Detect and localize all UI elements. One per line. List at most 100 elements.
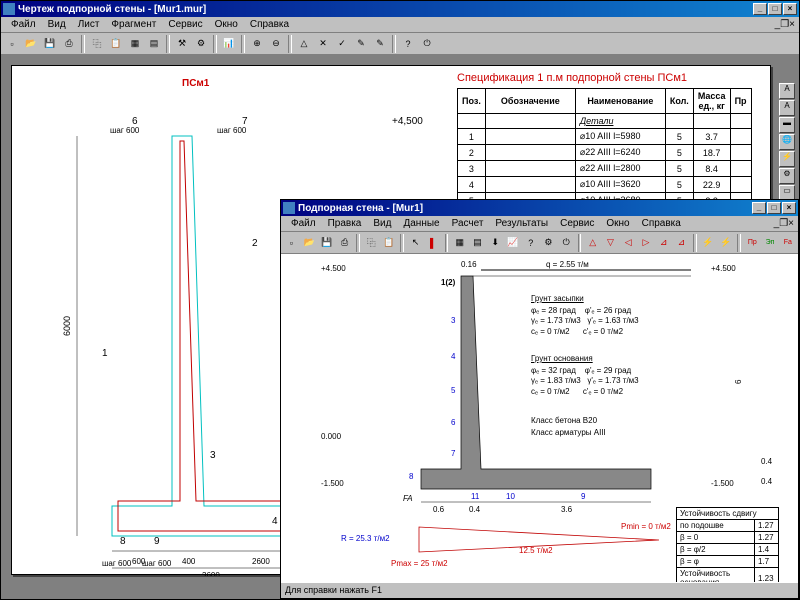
c-gear-icon[interactable]: ⚙ — [540, 234, 557, 252]
zoom-in-icon[interactable]: ⊕ — [248, 35, 266, 53]
hammer-icon[interactable]: ⚒ — [173, 35, 191, 53]
c-open-icon[interactable]: 📂 — [301, 234, 318, 252]
c-help2-icon[interactable]: ? — [522, 234, 539, 252]
cmenu-file[interactable]: Файл — [285, 218, 322, 229]
c-bolt2-icon[interactable]: ⚡ — [717, 234, 734, 252]
c-section-icon[interactable]: ▤ — [469, 234, 486, 252]
rebar-class: Класс арматуры AIII — [531, 428, 606, 438]
cmenu-view[interactable]: Вид — [367, 218, 397, 229]
node-9: 9 — [581, 492, 585, 501]
cmenu-data[interactable]: Данные — [397, 218, 445, 229]
grid-icon[interactable]: ▦ — [126, 35, 144, 53]
mark-icon[interactable]: ✎ — [352, 35, 370, 53]
triangle-icon[interactable]: △ — [295, 35, 313, 53]
cross-icon[interactable]: ✕ — [314, 35, 332, 53]
menu-window[interactable]: Окно — [209, 19, 244, 30]
c-print-icon[interactable]: ⎙ — [336, 234, 353, 252]
spec-hdr-name: Наименование — [575, 89, 665, 114]
soil-base-text: φₑ = 32 град φ'ₑ = 29 град γₑ = 1.83 т/м… — [531, 366, 639, 397]
c-cursor-icon[interactable]: ↖ — [407, 234, 424, 252]
c-grid-icon[interactable]: ▦ — [451, 234, 468, 252]
sidebar-btn-globe[interactable]: 🌐 — [779, 134, 795, 150]
close-button[interactable]: × — [783, 3, 797, 15]
child-mdi-close[interactable]: × — [788, 218, 794, 229]
svg-text:9: 9 — [154, 536, 160, 547]
mark2-icon[interactable]: ✎ — [371, 35, 389, 53]
check-icon[interactable]: ✓ — [333, 35, 351, 53]
svg-text:0.4: 0.4 — [761, 477, 773, 486]
sidebar-btn-tool[interactable]: ⚙ — [779, 168, 795, 184]
sidebar-btn-bolt[interactable]: ⚡ — [779, 151, 795, 167]
child-close-button[interactable]: × — [782, 202, 796, 214]
c-red5-icon[interactable]: ⊿ — [655, 234, 672, 252]
cmenu-edit[interactable]: Правка — [322, 218, 368, 229]
menu-fragment[interactable]: Фрагмент — [105, 19, 162, 30]
menu-view[interactable]: Вид — [42, 19, 72, 30]
tool-icon[interactable]: ⚙ — [192, 35, 210, 53]
step4-label: шаг 600 — [142, 559, 171, 568]
chart-icon[interactable]: 📊 — [220, 35, 238, 53]
paste-icon[interactable]: 📋 — [107, 35, 125, 53]
mdi-close-button[interactable]: × — [789, 19, 795, 30]
cmenu-service[interactable]: Сервис — [554, 218, 600, 229]
child-mdi-res[interactable]: ❐ — [779, 218, 788, 229]
child-title: Подпорная стена - [Mur1] — [298, 203, 752, 214]
c-red4-icon[interactable]: ▷ — [638, 234, 655, 252]
main-title: Чертеж подпорной стены - [Mur1.mur] — [18, 4, 753, 15]
cmenu-help[interactable]: Справка — [636, 218, 687, 229]
open-icon[interactable]: 📂 — [22, 35, 40, 53]
maximize-button[interactable]: □ — [768, 3, 782, 15]
c-load-icon[interactable]: ⬇ — [487, 234, 504, 252]
svg-text:0.4: 0.4 — [761, 457, 773, 466]
menu-sheet[interactable]: Лист — [72, 19, 106, 30]
c-ep-icon[interactable]: Эп — [762, 234, 779, 252]
c-red6-icon[interactable]: ⊿ — [673, 234, 690, 252]
pmax-value: Pmax = 25 т/м2 — [391, 559, 448, 568]
helpq-icon[interactable]: ? — [399, 35, 417, 53]
c-red2-icon[interactable]: ▽ — [602, 234, 619, 252]
c-save-icon[interactable]: 💾 — [318, 234, 335, 252]
minimize-button[interactable]: _ — [753, 3, 767, 15]
child-maximize-button[interactable]: □ — [767, 202, 781, 214]
menu-help[interactable]: Справка — [244, 19, 295, 30]
app-icon — [3, 3, 15, 15]
spec-hdr-pos: Поз. — [458, 89, 486, 114]
menu-service[interactable]: Сервис — [162, 19, 208, 30]
c-paste-icon[interactable]: 📋 — [381, 234, 398, 252]
c-bolt-icon[interactable]: ⚡ — [700, 234, 717, 252]
copy-icon[interactable]: ⿻ — [88, 35, 106, 53]
save-icon[interactable]: 💾 — [41, 35, 59, 53]
tri-mid: 12.5 т/м2 — [519, 546, 553, 555]
menu-file[interactable]: Файл — [5, 19, 42, 30]
sidebar-btn-a2[interactable]: A — [779, 100, 795, 116]
sidebar-btn-bar[interactable]: ▬ — [779, 117, 795, 133]
mdi-restore-button[interactable]: ❐ — [780, 19, 789, 30]
c-exit-icon[interactable]: ⏻ — [558, 234, 575, 252]
svg-text:0.4: 0.4 — [469, 505, 481, 514]
c-new-icon[interactable]: ▫ — [283, 234, 300, 252]
c-copy-icon[interactable]: ⿻ — [363, 234, 380, 252]
child-minimize-button[interactable]: _ — [752, 202, 766, 214]
c-pr-icon[interactable]: Пр — [744, 234, 761, 252]
c-graph-icon[interactable]: 📈 — [505, 234, 522, 252]
spec-table: Поз. Обозначение Наименование Кол. Масса… — [457, 88, 752, 209]
cmenu-window[interactable]: Окно — [600, 218, 635, 229]
child-toolbar: ▫ 📂 💾 ⎙ ⿻ 📋 ↖ ▌ ▦ ▤ ⬇ 📈 ? ⚙ ⏻ △ ▽ ◁ ▷ ⊿ … — [281, 232, 798, 254]
c-red1-icon[interactable]: △ — [584, 234, 601, 252]
cmenu-results[interactable]: Результаты — [489, 218, 554, 229]
cmenu-calc[interactable]: Расчет — [446, 218, 490, 229]
step3-label: шаг 600 — [102, 559, 131, 568]
zoom-out-icon[interactable]: ⊖ — [267, 35, 285, 53]
spec-title: Спецификация 1 п.м подпорной стены ПСм1 — [457, 72, 687, 84]
layers-icon[interactable]: ▤ — [145, 35, 163, 53]
exit-icon[interactable]: ⏻ — [418, 35, 436, 53]
c-fa-icon[interactable]: Fa — [779, 234, 796, 252]
sidebar-btn-a[interactable]: A — [779, 83, 795, 99]
new-icon[interactable]: ▫ — [3, 35, 21, 53]
print-icon[interactable]: ⎙ — [60, 35, 78, 53]
node-4: 4 — [451, 352, 455, 361]
child-menubar: Файл Правка Вид Данные Расчет Результаты… — [281, 216, 798, 232]
child-canvas[interactable]: +4.500 +4.500 0.000 -1.500 -1.500 0.16 q… — [281, 254, 798, 582]
c-red3-icon[interactable]: ◁ — [620, 234, 637, 252]
c-wall-icon[interactable]: ▌ — [425, 234, 442, 252]
